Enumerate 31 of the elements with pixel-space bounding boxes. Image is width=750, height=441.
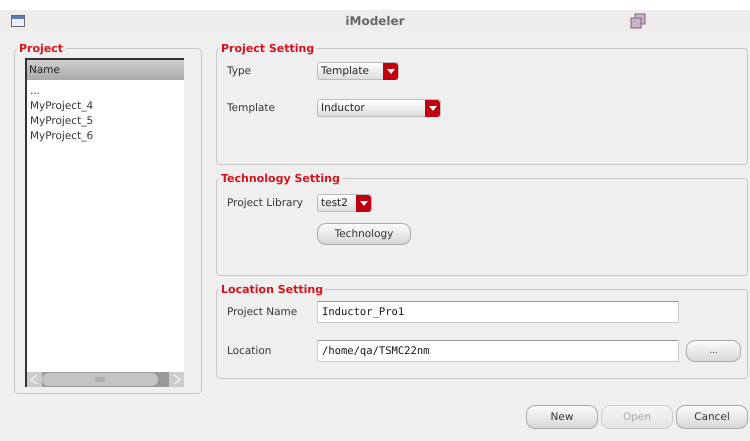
- field-label: Project Library: [226, 197, 304, 209]
- list-item[interactable]: MyProject_4: [30, 99, 184, 114]
- restore-icon[interactable]: [630, 13, 646, 29]
- window-icon: [11, 14, 25, 26]
- dropdown[interactable]: Inductor: [317, 99, 441, 117]
- dropdown-caret-icon: [356, 194, 371, 212]
- field-label: Template: [226, 102, 276, 114]
- panel-title: Technology Setting: [220, 172, 341, 185]
- list-item[interactable]: MyProject_5: [30, 114, 184, 129]
- panel-title: Location Setting: [220, 283, 324, 296]
- window-title: iModeler: [345, 14, 405, 28]
- dropdown[interactable]: test2: [317, 194, 372, 212]
- field-label: Project Name: [226, 306, 298, 318]
- field-label: Location: [226, 345, 272, 357]
- browse-button[interactable]: ...: [686, 340, 741, 362]
- project-list[interactable]: Name ... MyProject_4 MyProject_5 MyProject_6: [25, 58, 184, 387]
- input-field[interactable]: /home/qa/TSMC22nm: [317, 340, 679, 362]
- dropdown-caret-icon: [425, 100, 440, 116]
- dialog-button[interactable]: New: [526, 405, 598, 429]
- input-field[interactable]: Inductor_Pro1: [317, 301, 679, 323]
- dropdown[interactable]: Template: [317, 62, 399, 80]
- panel-title: Project Setting: [220, 42, 316, 55]
- column-header[interactable]: Name: [27, 60, 184, 80]
- field-label: Type: [226, 65, 252, 77]
- technology-button[interactable]: Technology: [317, 223, 411, 245]
- dialog-button[interactable]: Cancel: [676, 405, 748, 429]
- horizontal-scrollbar[interactable]: [27, 372, 184, 387]
- list-item[interactable]: ...: [30, 84, 184, 99]
- list-item[interactable]: MyProject_6: [30, 129, 184, 144]
- panel-title: Project: [18, 42, 64, 55]
- dropdown-caret-icon: [383, 62, 398, 80]
